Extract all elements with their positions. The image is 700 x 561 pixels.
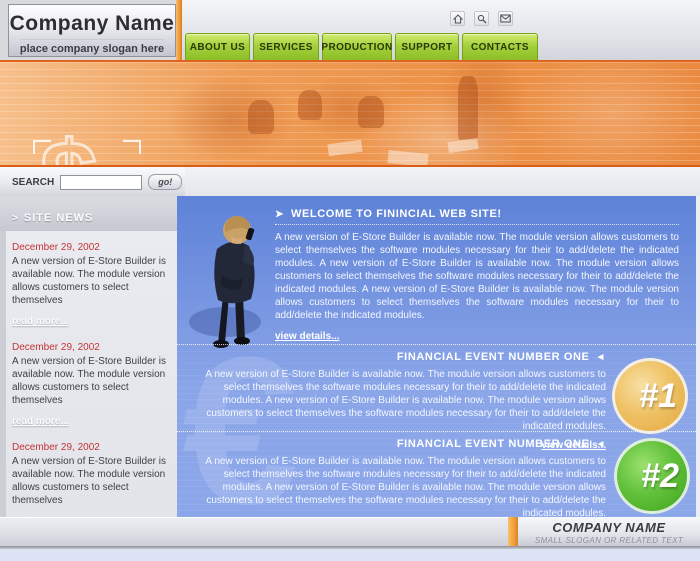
page-bottom-margin — [0, 549, 700, 561]
nav-tab-production[interactable]: PRODUCTION — [322, 33, 392, 60]
arrow-left-icon: ◄ — [596, 439, 607, 450]
logo[interactable]: Company Name place company slogan here — [8, 4, 176, 57]
search-input[interactable] — [60, 175, 142, 190]
search-bar: SEARCH go! — [0, 167, 185, 197]
home-icon[interactable] — [450, 11, 465, 26]
news-date: December 29, 2002 — [12, 442, 167, 453]
news-date: December 29, 2002 — [12, 342, 167, 353]
company-name: Company Name — [9, 12, 175, 36]
company-slogan: place company slogan here — [20, 39, 164, 55]
event-title: FINANCIAL EVENT NUMBER ONE◄ — [191, 351, 606, 363]
webpage: Company Name place company slogan here A… — [0, 0, 700, 561]
main-navigation: ABOUT US SERVICES PRODUCTION SUPPORT CON… — [185, 33, 538, 60]
site-news-title: >SITE NEWS — [12, 212, 93, 224]
chevron-right-icon: > — [12, 213, 19, 224]
news-item: December 29, 2002 A new version of E-Sto… — [12, 442, 167, 529]
content-top-texture — [185, 167, 700, 196]
read-more-link[interactable]: read more... — [12, 316, 69, 327]
nav-tab-contacts[interactable]: CONTACTS — [462, 33, 538, 60]
arrow-left-icon: ◄ — [596, 352, 607, 363]
hero-banner: $ — [0, 60, 700, 167]
news-text: A new version of E-Store Builder is avai… — [12, 255, 167, 307]
footer-orange-divider — [508, 517, 518, 546]
search-icon[interactable] — [474, 11, 489, 26]
event-title: FINANCIAL EVENT NUMBER ONE◄ — [191, 438, 606, 450]
read-more-link[interactable]: read more... — [12, 416, 69, 427]
news-item: December 29, 2002 A new version of E-Sto… — [12, 242, 167, 329]
viewfinder-corner-icon — [33, 140, 51, 154]
content-right-edge — [696, 196, 700, 517]
badge-number-one[interactable]: #1 — [612, 358, 688, 434]
welcome-body: A new version of E-Store Builder is avai… — [275, 231, 679, 322]
header-quick-icons — [450, 11, 513, 26]
search-go-button[interactable]: go! — [148, 174, 182, 190]
event-body: A new version of E-Store Builder is avai… — [191, 455, 606, 517]
nav-tab-services[interactable]: SERVICES — [253, 33, 319, 60]
footer-left-bar — [0, 517, 508, 546]
news-text: A new version of E-Store Builder is avai… — [12, 355, 167, 407]
nav-tab-about-us[interactable]: ABOUT US — [185, 33, 250, 60]
footer-company-name: COMPANY NAME — [518, 520, 700, 535]
news-text: A new version of E-Store Builder is avai… — [12, 455, 167, 507]
arrow-right-icon: ➤ — [275, 209, 284, 220]
mail-icon[interactable] — [498, 11, 513, 26]
viewfinder-corner-icon — [123, 140, 141, 154]
search-label: SEARCH — [12, 177, 54, 188]
event-body: A new version of E-Store Builder is avai… — [191, 368, 606, 433]
business-meeting-photo — [128, 62, 700, 165]
footer-company-block: COMPANY NAME SMALL SLOGAN OR RELATED TEX… — [518, 517, 700, 546]
news-item: December 29, 2002 A new version of E-Sto… — [12, 342, 167, 429]
nav-tab-support[interactable]: SUPPORT — [395, 33, 459, 60]
news-date: December 29, 2002 — [12, 242, 167, 253]
businessman-photo — [185, 204, 285, 354]
site-news-header: >SITE NEWS — [0, 197, 177, 231]
view-details-link[interactable]: view details... — [275, 331, 339, 342]
footer-slogan: SMALL SLOGAN OR RELATED TEXT — [518, 536, 700, 545]
welcome-title: ➤WELCOME TO FININCIAL WEB SITE! — [275, 208, 679, 225]
badge-number-two[interactable]: #2 — [614, 438, 690, 514]
news-list: December 29, 2002 A new version of E-Sto… — [0, 231, 177, 517]
welcome-section: ➤WELCOME TO FININCIAL WEB SITE! A new ve… — [275, 208, 679, 344]
